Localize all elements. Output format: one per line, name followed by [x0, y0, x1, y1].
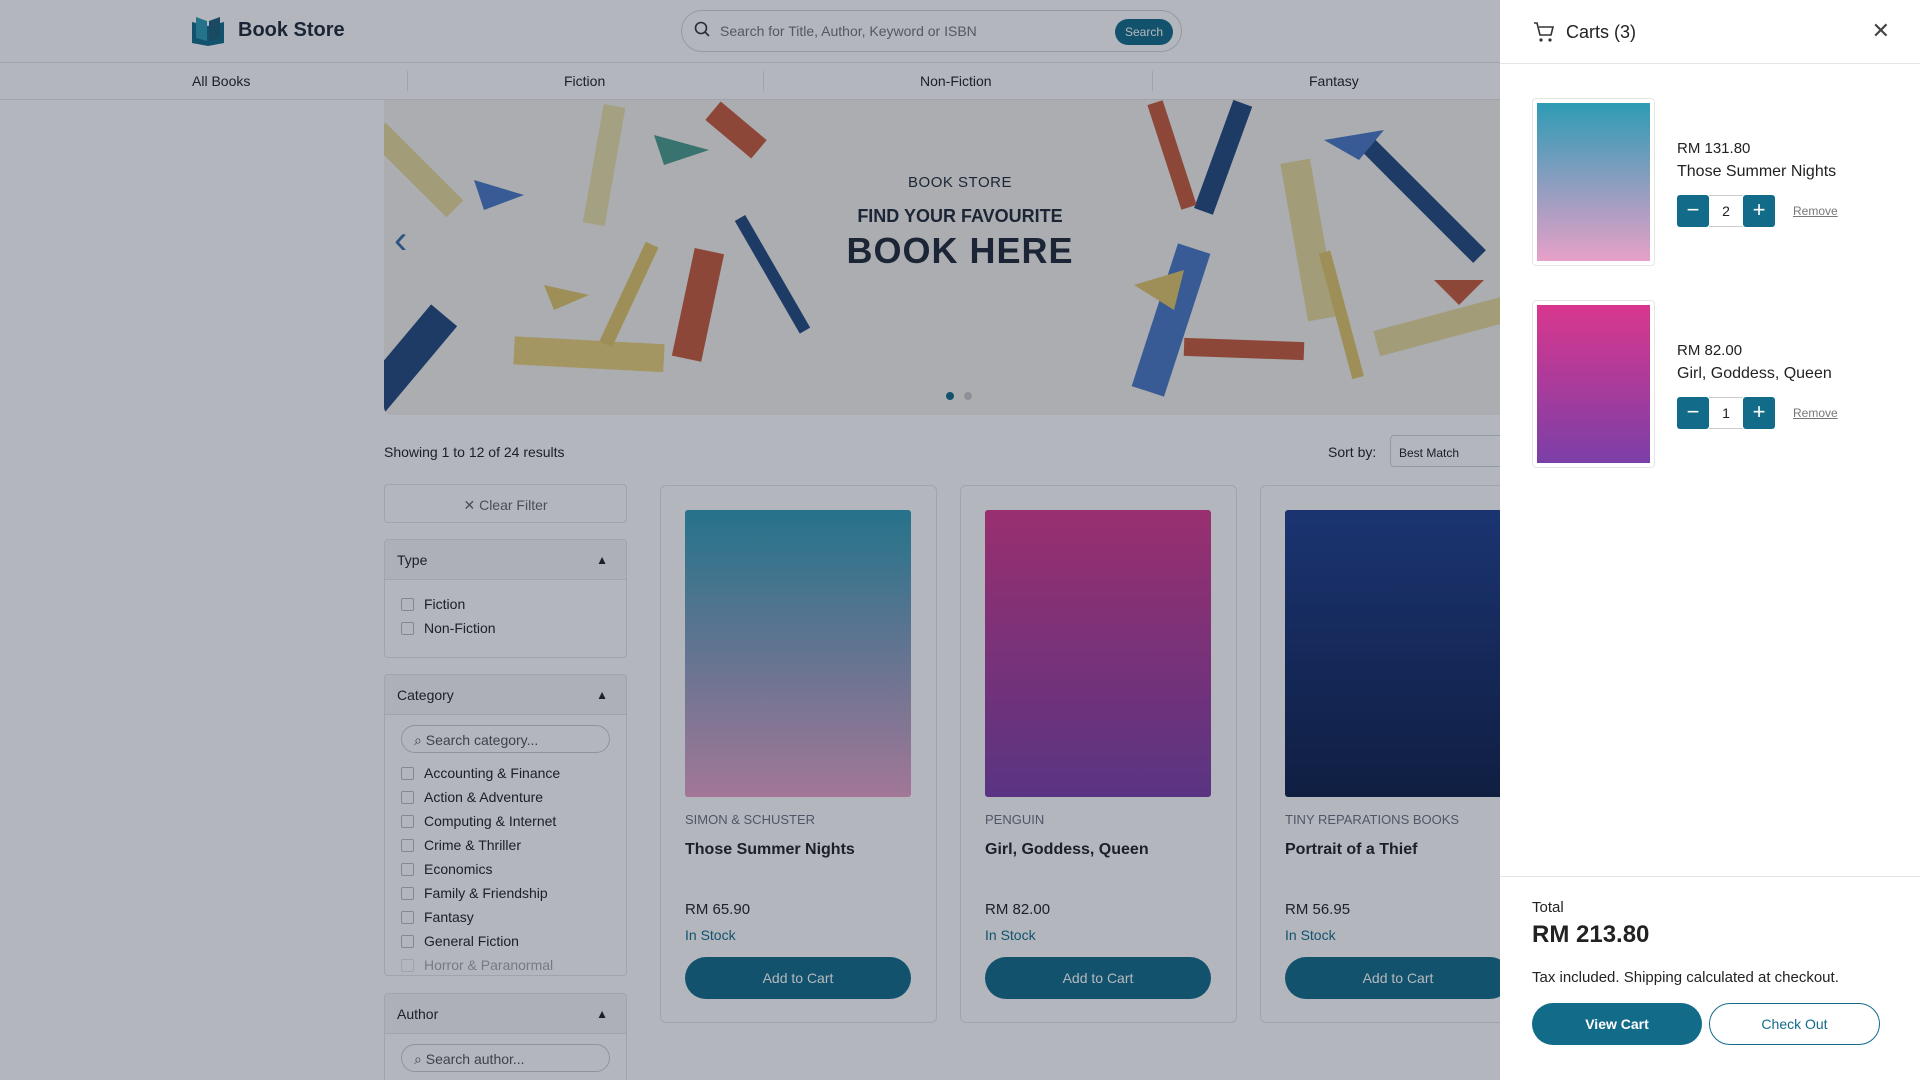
checkout-button[interactable]: Check Out	[1709, 1003, 1880, 1045]
cart-icon	[1532, 20, 1556, 49]
cart-item-title[interactable]: Those Summer Nights	[1677, 163, 1836, 181]
remove-item-link[interactable]: Remove	[1793, 204, 1838, 218]
decrease-quantity-button[interactable]: −	[1677, 397, 1709, 429]
cart-title: Carts (3)	[1566, 22, 1637, 42]
cart-item: RM 82.00 Girl, Goddess, Queen − 1 + Remo…	[1532, 300, 1892, 470]
decrease-quantity-button[interactable]: −	[1677, 195, 1709, 227]
cart-item-title[interactable]: Girl, Goddess, Queen	[1677, 365, 1832, 383]
modal-overlay[interactable]	[0, 0, 1500, 1080]
close-icon[interactable]: ✕	[1872, 18, 1890, 44]
quantity-stepper: − 2 + Remove	[1677, 195, 1838, 227]
cart-footer: Total RM 213.80 Tax included. Shipping c…	[1500, 876, 1920, 1080]
view-cart-button[interactable]: View Cart	[1532, 1003, 1702, 1045]
total-value: RM 213.80	[1532, 921, 1650, 948]
cart-item-price: RM 82.00	[1677, 342, 1743, 359]
increase-quantity-button[interactable]: +	[1743, 397, 1775, 429]
cart-header: Carts (3) ✕	[1500, 0, 1920, 64]
page: Book Store Search All Books Fiction Non-…	[0, 0, 1920, 1080]
remove-item-link[interactable]: Remove	[1793, 406, 1838, 420]
increase-quantity-button[interactable]: +	[1743, 195, 1775, 227]
quantity-stepper: − 1 + Remove	[1677, 397, 1838, 429]
quantity-value[interactable]: 2	[1709, 195, 1743, 227]
cart-item-cover[interactable]	[1532, 98, 1655, 266]
cart-item: RM 131.80 Those Summer Nights − 2 + Remo…	[1532, 98, 1892, 268]
cart-item-price: RM 131.80	[1677, 140, 1751, 157]
cart-item-cover[interactable]	[1532, 300, 1655, 468]
cart-drawer: Carts (3) ✕ RM 131.80 Those Summer Night…	[1500, 0, 1920, 1080]
quantity-value[interactable]: 1	[1709, 397, 1743, 429]
total-label: Total	[1532, 899, 1564, 916]
tax-note: Tax included. Shipping calculated at che…	[1532, 969, 1839, 986]
